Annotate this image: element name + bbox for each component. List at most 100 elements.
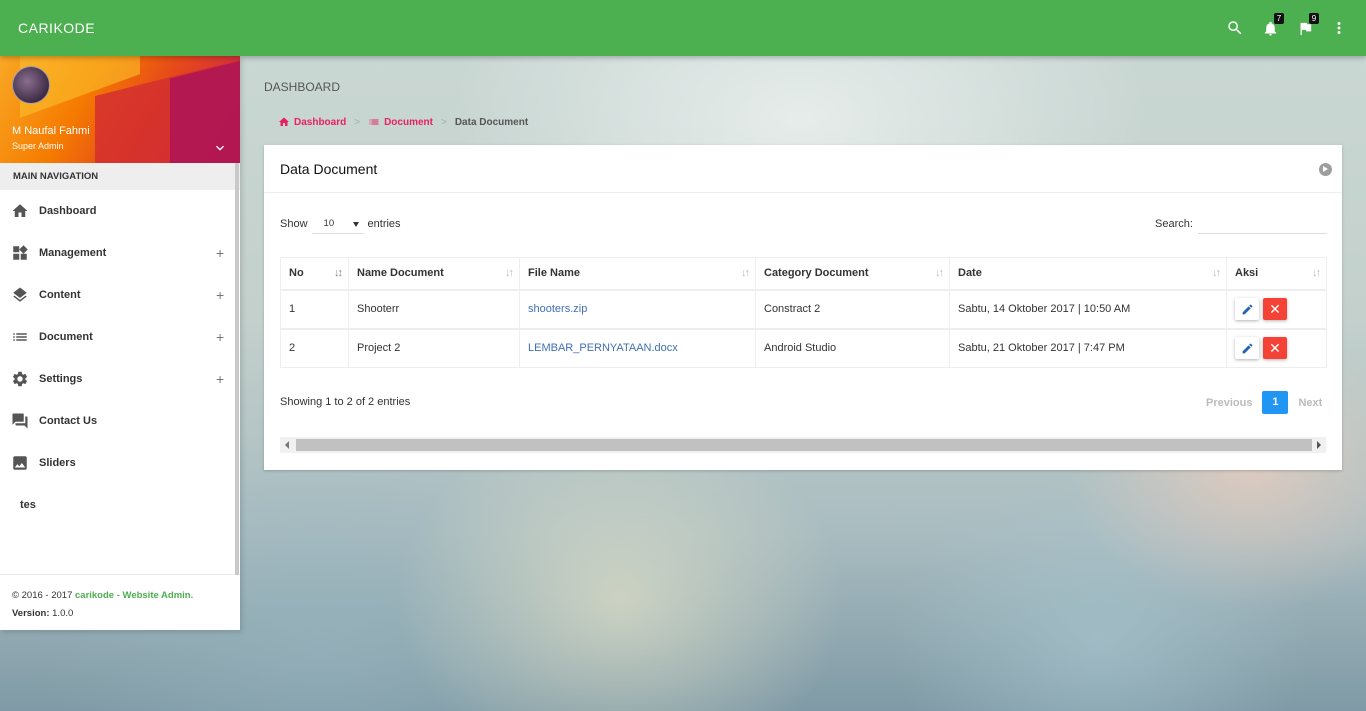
user-role: Super Admin — [12, 141, 64, 151]
column-date[interactable]: Date ↓↑ — [949, 257, 1227, 290]
cell-no: 2 — [280, 327, 349, 368]
breadcrumb-separator: > — [354, 116, 361, 128]
sidebar-item-document[interactable]: Document + — [0, 316, 240, 358]
sidebar-item-label: Content — [39, 289, 81, 301]
page-1-button[interactable]: 1 — [1262, 391, 1289, 414]
entries-label: entries — [367, 218, 401, 230]
list-icon — [369, 119, 379, 125]
sidebar-item-label: Settings — [39, 373, 83, 385]
column-label: File Name — [528, 267, 580, 280]
sidebar-footer: © 2016 - 2017 carikode - Website Admin. … — [0, 574, 240, 630]
delete-button[interactable]: ✕ — [1263, 337, 1287, 360]
notifications-button[interactable]: 7 — [1258, 13, 1284, 40]
document-table: No ↓↕ Name Document ↓↑ File Name ↓↑ Categor… — [280, 257, 1327, 368]
column-category-document[interactable]: Category Document ↓↑ — [755, 257, 950, 290]
sidebar-scrollbar[interactable] — [235, 163, 239, 575]
previous-page-button[interactable]: Previous — [1196, 397, 1262, 409]
delete-button[interactable]: ✕ — [1263, 298, 1287, 320]
breadcrumb-dashboard[interactable]: Dashboard — [278, 116, 346, 128]
home-icon — [279, 117, 289, 126]
sort-icon: ↓↑ — [1212, 267, 1221, 279]
home-icon — [11, 202, 29, 220]
sidebar-item-dashboard[interactable]: Dashboard — [0, 190, 240, 232]
file-link[interactable]: shooters.zip — [528, 303, 587, 315]
column-name-document[interactable]: Name Document ↓↑ — [348, 257, 520, 290]
sort-icon: ↓↑ — [1312, 267, 1321, 279]
expand-icon[interactable]: + — [216, 287, 224, 303]
sidebar-item-management[interactable]: Management + — [0, 232, 240, 274]
image-icon — [11, 454, 29, 472]
next-page-button[interactable]: Next — [1288, 397, 1332, 409]
cell-name: Shooterr — [348, 288, 520, 329]
avatar[interactable] — [12, 66, 50, 104]
close-icon: ✕ — [1269, 340, 1281, 357]
expand-icon[interactable]: + — [216, 245, 224, 261]
tasks-button[interactable]: 9 — [1293, 13, 1319, 40]
footer-brand-link[interactable]: carikode - Website Admin. — [75, 590, 193, 601]
scroll-right-icon[interactable] — [1317, 441, 1321, 449]
version-label: Version: — [12, 608, 50, 619]
cell-file: LEMBAR_PERNYATAAN.docx — [519, 327, 756, 368]
horizontal-scrollbar[interactable] — [280, 437, 1326, 453]
entries-select[interactable]: 10 — [311, 214, 364, 234]
top-bar: CARIKODE 7 9 — [0, 0, 1366, 56]
forum-icon — [11, 412, 29, 430]
sidebar-item-label: Sliders — [39, 457, 76, 469]
edit-button[interactable] — [1235, 337, 1259, 360]
breadcrumb: Dashboard > Document > Data Document — [278, 116, 528, 128]
scrollbar-thumb[interactable] — [296, 439, 1312, 451]
sidebar-item-label: Dashboard — [39, 205, 97, 217]
copyright: © 2016 - 2017 carikode - Website Admin. — [12, 587, 228, 605]
table-search: Search: — [1155, 214, 1327, 234]
column-label: No — [289, 267, 304, 280]
gear-icon — [11, 370, 29, 388]
card-more-icon[interactable] — [1319, 163, 1332, 176]
column-file-name[interactable]: File Name ↓↑ — [519, 257, 756, 290]
chevron-down-icon[interactable] — [212, 140, 228, 156]
expand-icon[interactable]: + — [216, 329, 224, 345]
column-aksi[interactable]: Aksi ↓↑ — [1226, 257, 1327, 290]
table-row: 1 Shooterr shooters.zip Constract 2 Sabt… — [280, 288, 1327, 329]
page-title: DASHBOARD — [264, 80, 341, 94]
sidebar-item-label: tes — [20, 499, 36, 511]
file-link[interactable]: LEMBAR_PERNYATAAN.docx — [528, 342, 678, 354]
sidebar-item-settings[interactable]: Settings + — [0, 358, 240, 400]
more-vert-icon[interactable] — [1327, 16, 1351, 40]
sort-icon: ↓↕ — [334, 267, 343, 279]
tasks-badge: 9 — [1309, 13, 1319, 24]
notifications-badge: 7 — [1274, 13, 1284, 24]
sidebar-item-content[interactable]: Content + — [0, 274, 240, 316]
pencil-icon — [1242, 343, 1252, 354]
sidebar-item-label: Contact Us — [39, 415, 98, 427]
search-icon[interactable] — [1223, 16, 1247, 40]
main-navigation: Dashboard Management + Content + Documen… — [0, 190, 240, 575]
expand-icon[interactable]: + — [216, 371, 224, 387]
sidebar-item-contact-us[interactable]: Contact Us — [0, 400, 240, 442]
search-input[interactable] — [1197, 214, 1327, 234]
sidebar-item-sliders[interactable]: Sliders — [0, 442, 240, 484]
entries-length-control: Show 10 entries — [280, 214, 401, 234]
user-info-panel: M Naufal Fahmi Super Admin — [0, 56, 240, 163]
cell-date: Sabtu, 21 Oktober 2017 | 7:47 PM — [949, 327, 1227, 368]
breadcrumb-current: Data Document — [454, 116, 529, 128]
layers-icon — [11, 286, 29, 304]
scroll-left-icon[interactable] — [285, 441, 289, 449]
cell-name: Project 2 — [348, 327, 520, 368]
edit-button[interactable] — [1235, 298, 1259, 320]
cell-date: Sabtu, 14 Oktober 2017 | 10:50 AM — [949, 288, 1227, 329]
cell-category: Android Studio — [755, 327, 950, 368]
list-icon — [11, 328, 29, 346]
column-label: Category Document — [764, 267, 869, 280]
sidebar-item-tes[interactable]: tes — [0, 484, 240, 526]
cell-file: shooters.zip — [519, 288, 756, 329]
sort-icon: ↓↑ — [935, 267, 944, 279]
pagination: Previous 1 Next — [1196, 391, 1332, 414]
table-row: 2 Project 2 LEMBAR_PERNYATAAN.docx Andro… — [280, 327, 1327, 368]
breadcrumb-document[interactable]: Document — [368, 116, 433, 128]
table-info: Showing 1 to 2 of 2 entries — [280, 396, 411, 408]
brand-logo[interactable]: CARIKODE — [18, 20, 95, 36]
column-label: Aksi — [1235, 267, 1259, 280]
column-no[interactable]: No ↓↕ — [280, 257, 349, 290]
breadcrumb-label: Dashboard — [294, 116, 347, 128]
search-label: Search: — [1155, 218, 1193, 230]
